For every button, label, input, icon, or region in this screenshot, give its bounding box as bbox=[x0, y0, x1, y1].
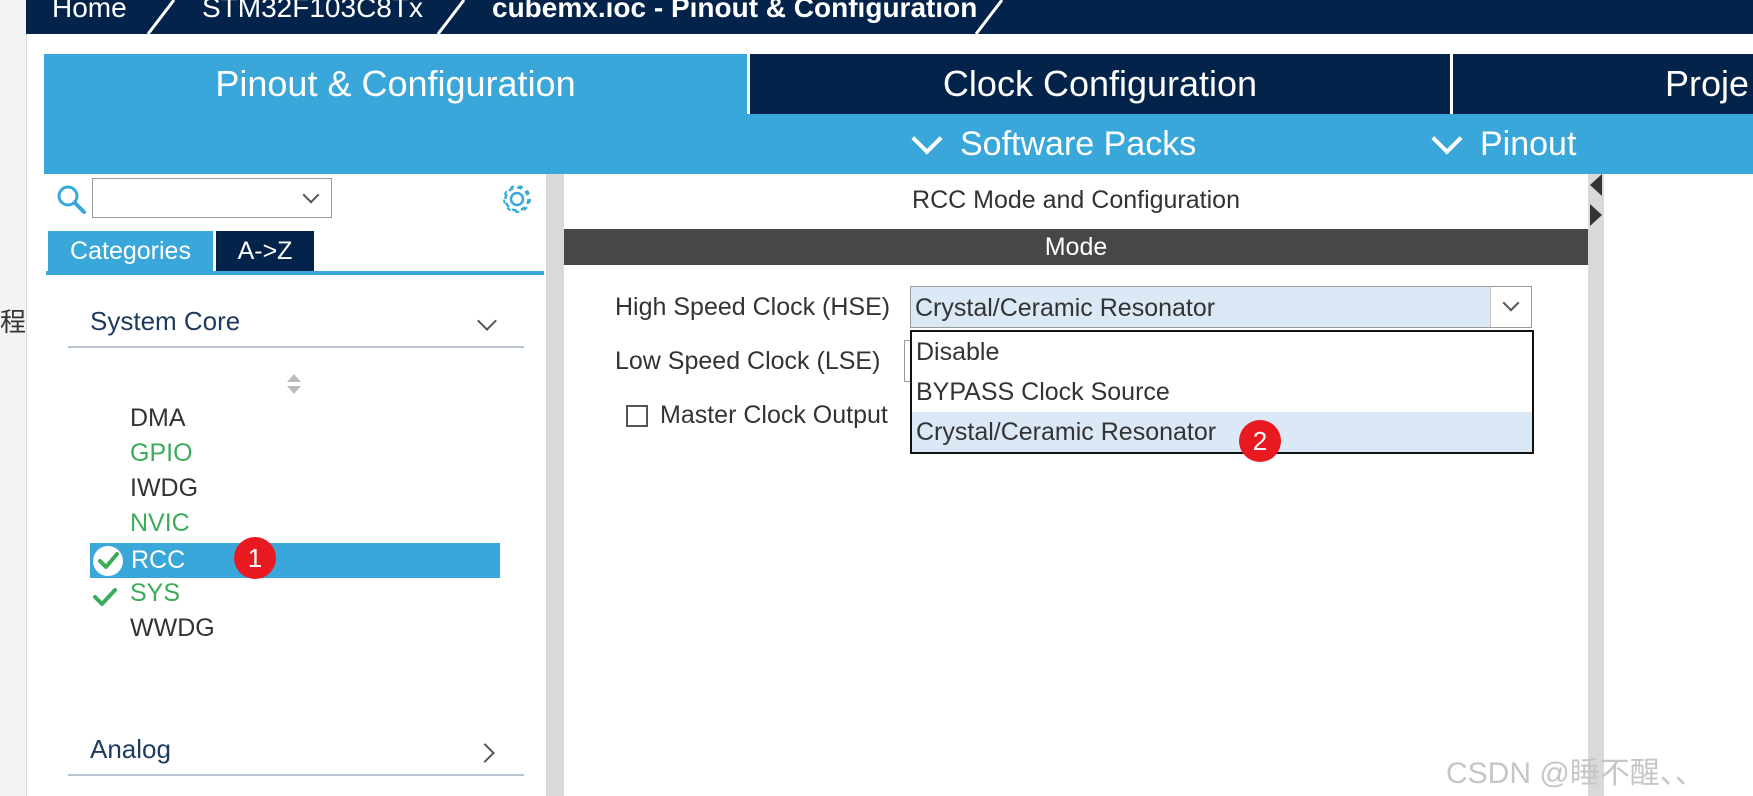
tab-categories[interactable]: Categories bbox=[48, 231, 213, 271]
panel-divider[interactable] bbox=[1588, 174, 1604, 796]
category-item-iwdg[interactable]: IWDG bbox=[130, 474, 198, 503]
section-analog[interactable]: Analog bbox=[68, 734, 524, 776]
section-system-core-label: System Core bbox=[90, 306, 241, 336]
software-packs-label: Software Packs bbox=[960, 124, 1197, 163]
pinout-menu-label: Pinout bbox=[1480, 124, 1577, 163]
breadcrumb-device[interactable]: STM32F103C8Tx bbox=[202, 0, 423, 24]
category-item-wwdg[interactable]: WWDG bbox=[130, 614, 215, 643]
breadcrumb-separator-icon bbox=[436, 0, 466, 34]
chevron-down-icon bbox=[1502, 294, 1520, 312]
chevron-down-icon bbox=[1431, 123, 1463, 155]
check-icon bbox=[93, 588, 117, 606]
check-circle-icon bbox=[93, 546, 123, 576]
sub-toolbar: Software Packs Pinout bbox=[44, 114, 1753, 174]
left-window-strip bbox=[0, 0, 27, 796]
hse-select[interactable]: Crystal/Ceramic Resonator bbox=[910, 286, 1532, 328]
panel-title: RCC Mode and Configuration bbox=[912, 186, 1240, 214]
category-item-dma[interactable]: DMA bbox=[130, 404, 186, 433]
tab-a-to-z[interactable]: A->Z bbox=[216, 231, 314, 271]
software-packs-menu[interactable]: Software Packs bbox=[911, 114, 1197, 174]
section-system-core[interactable]: System Core bbox=[68, 306, 524, 348]
gear-icon[interactable] bbox=[500, 182, 534, 216]
section-analog-label: Analog bbox=[90, 734, 171, 764]
chevron-down-icon bbox=[911, 123, 943, 155]
mode-section-header[interactable]: Mode bbox=[564, 229, 1588, 265]
tab-underline bbox=[46, 271, 544, 275]
hse-select-value: Crystal/Ceramic Resonator bbox=[915, 294, 1216, 322]
option-crystal-ceramic-resonator[interactable]: Crystal/Ceramic Resonator bbox=[912, 412, 1532, 452]
pinout-menu[interactable]: Pinout bbox=[1431, 114, 1577, 174]
category-item-gpio[interactable]: GPIO bbox=[130, 439, 193, 468]
watermark: CSDN @睡不醒、、 bbox=[1446, 757, 1705, 790]
master-clock-output-checkbox[interactable] bbox=[626, 405, 648, 427]
sort-icon[interactable] bbox=[286, 372, 302, 396]
option-bypass-clock-source[interactable]: BYPASS Clock Source bbox=[912, 372, 1532, 412]
left-edge-text: 程 bbox=[0, 307, 27, 337]
annotation-badge-2: 2 bbox=[1239, 420, 1281, 462]
chevron-down-icon[interactable] bbox=[302, 186, 320, 204]
lse-label: Low Speed Clock (LSE) bbox=[615, 347, 881, 375]
category-item-nvic[interactable]: NVIC bbox=[130, 509, 190, 538]
master-clock-output-label: Master Clock Output bbox=[660, 401, 888, 429]
breadcrumb-home[interactable]: Home bbox=[52, 0, 127, 24]
hse-label: High Speed Clock (HSE) bbox=[615, 293, 891, 321]
panel-divider[interactable] bbox=[546, 174, 564, 796]
search-icon[interactable] bbox=[56, 184, 86, 214]
expand-right-icon[interactable] bbox=[1590, 204, 1602, 226]
tab-project-manager[interactable]: Proje bbox=[1453, 54, 1753, 114]
breadcrumb-separator-icon bbox=[974, 0, 1004, 34]
hse-dropdown-button[interactable] bbox=[1490, 287, 1531, 327]
option-disable[interactable]: Disable bbox=[912, 332, 1532, 372]
search-combobox[interactable] bbox=[92, 178, 332, 218]
category-item-sys[interactable]: SYS bbox=[130, 579, 180, 608]
tab-clock-configuration[interactable]: Clock Configuration bbox=[750, 54, 1450, 114]
rcc-configuration-panel bbox=[564, 174, 1588, 796]
chevron-right-icon bbox=[475, 743, 495, 763]
breadcrumb: Home STM32F103C8Tx cubemx.ioc - Pinout &… bbox=[26, 0, 1753, 34]
breadcrumb-project[interactable]: cubemx.ioc - Pinout & Configuration bbox=[492, 0, 977, 24]
breadcrumb-separator-icon bbox=[146, 0, 176, 34]
chevron-down-icon bbox=[477, 311, 497, 331]
annotation-badge-1: 1 bbox=[234, 537, 276, 579]
collapse-left-icon[interactable] bbox=[1590, 174, 1602, 196]
category-item-rcc-label: RCC bbox=[131, 546, 186, 574]
tab-pinout-configuration[interactable]: Pinout & Configuration bbox=[44, 54, 747, 114]
hse-dropdown-list: Disable BYPASS Clock Source Crystal/Cera… bbox=[910, 330, 1534, 454]
